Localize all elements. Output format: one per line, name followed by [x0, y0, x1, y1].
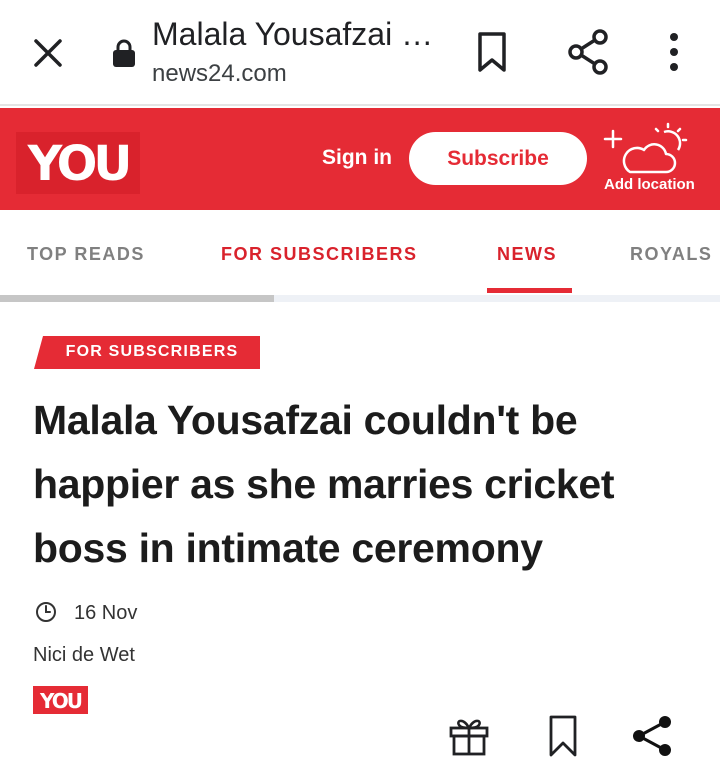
article-date: 16 Nov	[74, 602, 138, 624]
more-icon[interactable]	[660, 30, 688, 74]
article-author[interactable]: Nici de Wet	[33, 644, 135, 667]
bookmark-icon[interactable]	[474, 30, 510, 74]
logo-text: YOU	[27, 136, 133, 192]
source-logo-text: YOU	[39, 689, 83, 713]
subscribe-button[interactable]: Subscribe	[409, 132, 587, 185]
add-location-weather-icon[interactable]	[600, 122, 688, 182]
tabs-scrollbar-thumb[interactable]	[0, 295, 274, 302]
clock-icon	[36, 602, 56, 622]
for-subscribers-badge: FOR SUBSCRIBERS	[34, 336, 260, 369]
tab-news[interactable]: NEWS	[497, 244, 557, 265]
add-location-label[interactable]: Add location	[604, 176, 695, 193]
site-header: YOU Sign in Subscribe Add location	[0, 108, 720, 210]
tab-royals[interactable]: ROYALS	[630, 244, 712, 265]
article-headline: Malala Yousafzai couldn't be happier as …	[33, 397, 615, 571]
section-tabs: TOP READS FOR SUBSCRIBERS NEWS ROYALS	[0, 210, 720, 302]
badge-label: FOR SUBSCRIBERS	[65, 343, 239, 360]
browser-toolbar: Malala Yousafzai … news24.com	[0, 0, 720, 106]
tab-top-reads[interactable]: TOP READS	[27, 244, 145, 265]
share-icon[interactable]	[630, 714, 674, 758]
tab-for-subscribers[interactable]: FOR SUBSCRIBERS	[221, 244, 418, 265]
share-icon[interactable]	[566, 28, 610, 76]
you-logo[interactable]: YOU	[16, 132, 140, 194]
active-tab-indicator	[487, 288, 572, 293]
page-title[interactable]: Malala Yousafzai …	[152, 16, 433, 53]
tabs-scrollbar[interactable]	[0, 295, 720, 302]
bookmark-icon[interactable]	[547, 714, 579, 758]
lock-icon	[113, 39, 135, 67]
source-logo: YOU	[33, 686, 88, 714]
url-text[interactable]: news24.com	[152, 60, 287, 88]
sign-in-link[interactable]: Sign in	[322, 146, 392, 170]
close-icon[interactable]	[28, 33, 68, 73]
gift-icon[interactable]	[448, 714, 490, 756]
